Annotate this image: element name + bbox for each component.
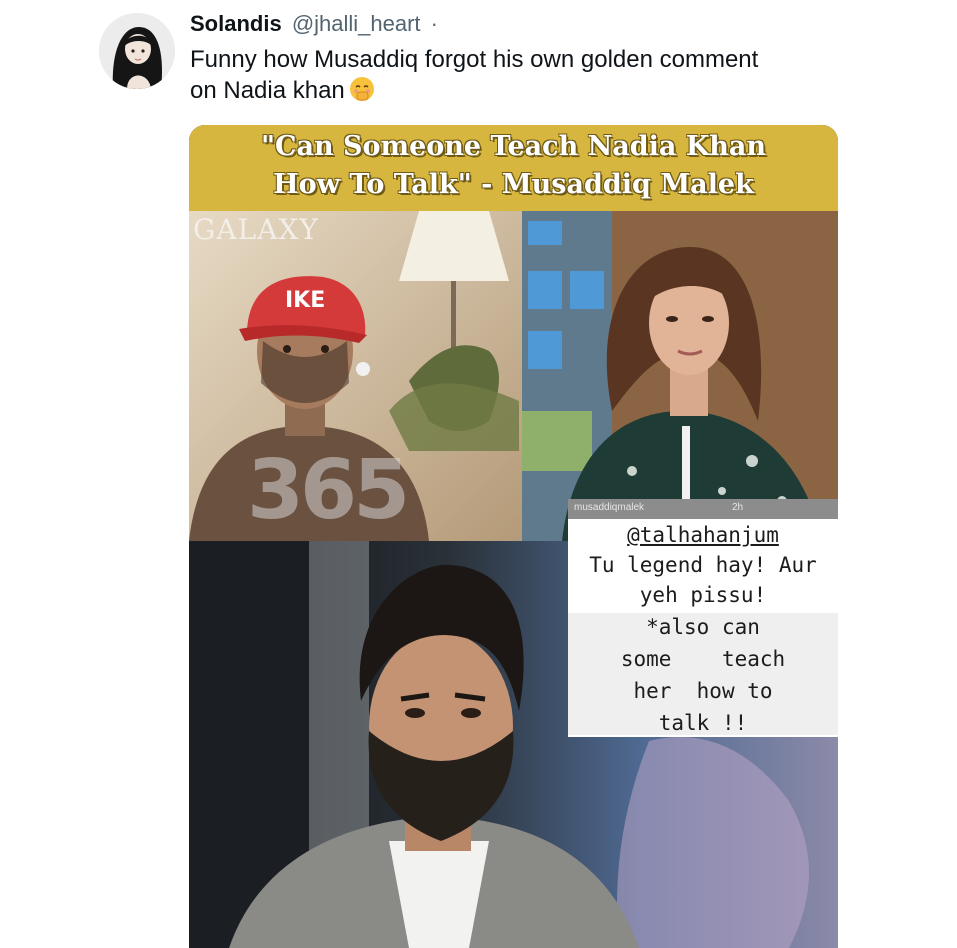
story-header: musaddiqmalek 2h (568, 499, 838, 519)
story-username: musaddiqmalek (574, 502, 645, 513)
story-line-6: talk !! (658, 711, 748, 735)
story-mention: @talhahanjum (627, 523, 779, 547)
tweet-text-line-1: Funny how Musaddiq forgot his own golden… (190, 46, 759, 73)
tweet-text-line-2: on Nadia khan (190, 77, 345, 104)
panel-woman-presenter (522, 211, 838, 541)
story-time: 2h (732, 502, 744, 513)
number-watermark: 365 (247, 443, 410, 538)
story-line-4: some teach (620, 647, 786, 671)
instagram-story-overlay: musaddiqmalek 2h @talhahanjum Tu legend … (568, 499, 838, 737)
banner-line-2: How To Talk" - Musaddiq Malek (273, 169, 754, 200)
story-line-2: yeh pissu! (639, 583, 767, 607)
title-banner: "Can Someone Teach Nadia Khan How To Tal… (189, 125, 838, 211)
tweet-text: Funny how Musaddiq forgot his own golden… (190, 44, 890, 106)
story-line-3: *also can (646, 615, 760, 639)
story-line-1: Tu legend hay! Aur (589, 553, 817, 577)
tweet-header: Solandis @jhalli_heart · (190, 10, 438, 38)
tweet-media-image[interactable]: "Can Someone Teach Nadia Khan How To Tal… (189, 125, 838, 948)
banner-line-1: "Can Someone Teach Nadia Khan (260, 131, 767, 162)
story-comment-box: *also can some teach her how to talk !! (568, 613, 838, 735)
author-avatar[interactable] (99, 13, 175, 89)
face-with-hand-over-mouth-icon (347, 75, 377, 103)
author-handle[interactable]: @jhalli_heart (292, 11, 421, 36)
panel-man-in-cap: IKE GALAXY 365 (189, 211, 522, 541)
header-separator: · (430, 11, 438, 36)
story-line-5: her how to (633, 679, 773, 703)
cap-text: IKE (285, 288, 325, 313)
author-name[interactable]: Solandis (190, 11, 282, 36)
woman-presenter-photo (522, 211, 838, 541)
galaxy-watermark: GALAXY (193, 213, 319, 246)
story-reply-box: @talhahanjum Tu legend hay! Aur yeh piss… (568, 521, 838, 613)
avatar-illustration (99, 13, 175, 89)
